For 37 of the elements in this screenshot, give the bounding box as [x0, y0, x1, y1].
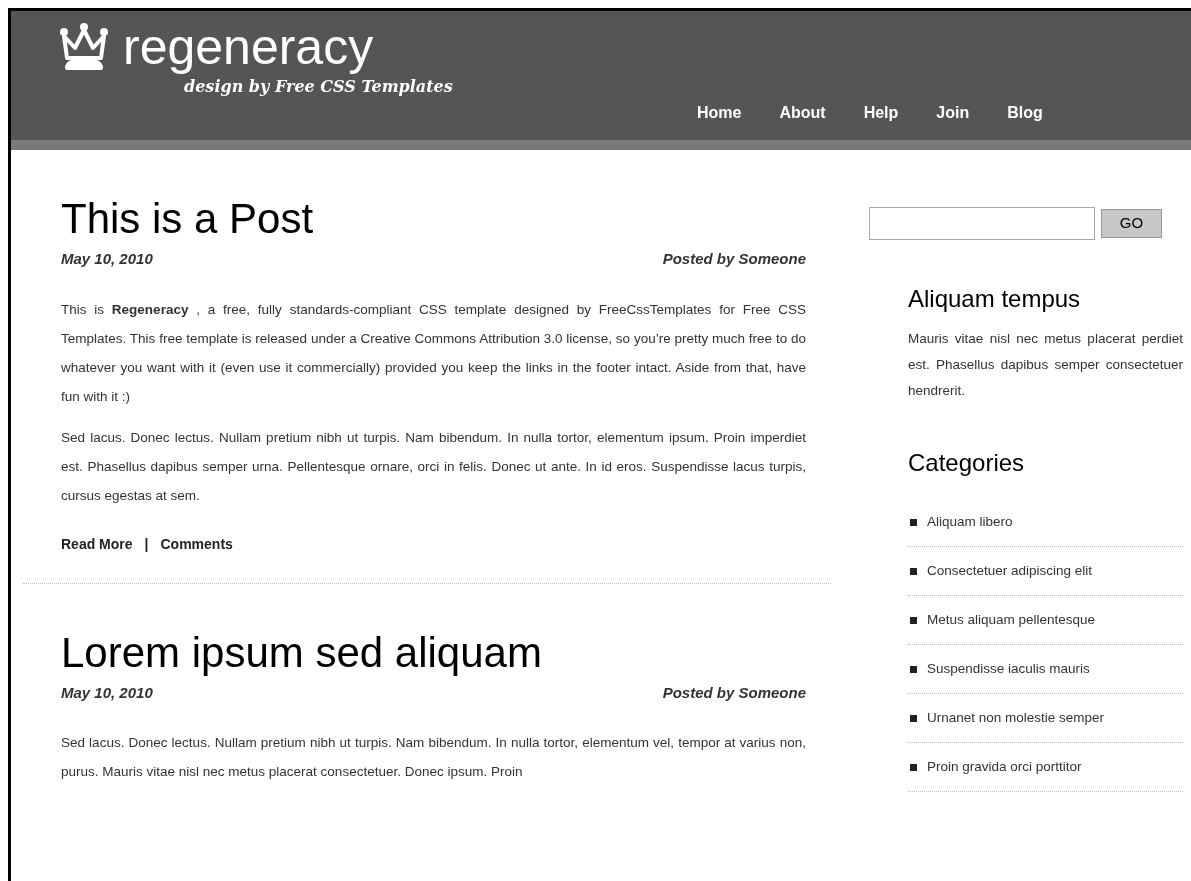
bullet-icon: [910, 567, 917, 575]
post-date: May 10, 2010: [61, 682, 153, 703]
site-logo[interactable]: regeneracy: [123, 19, 374, 75]
post-paragraph: Sed lacus. Donec lectus. Nullam pretium nibh ut turpis. Nam bibendum. In nulla tortor, elementum vel, tempor at varius non, purus. Mauris vitae nisl nec metus placerat consectetuer. Donec ipsum. Proin: [61, 734, 806, 781]
post-paragraph: Sed lacus. Donec lectus. Nullam pretium nibh ut turpis. Nam bibendum. In nulla tortor, elementum ipsum. Proin imperdiet est. Phasellus dapibus semper urna. Pellentesque ornare, orci in felis. Donec ut ante. In id eros. Suspendisse lacus turpis, cursus egestas at sem.: [61, 428, 806, 505]
bullet-icon: [910, 616, 917, 624]
link-separator: |: [144, 534, 149, 554]
post-author: Posted by Someone: [662, 682, 806, 703]
category-link[interactable]: Urnanet non molestie semper: [927, 707, 1105, 729]
comments-link[interactable]: Comments: [160, 533, 233, 555]
bullet-icon: [910, 763, 917, 771]
search-field[interactable]: [869, 207, 1095, 240]
category-link[interactable]: Aliquam libero: [927, 511, 1013, 533]
nav-link[interactable]: Join: [936, 101, 970, 125]
post-paragraph: This is Regeneracy , a free, fully standards-compliant CSS template designed by FreeCssTemplates for Free CSS Templates. This free template is released under a Creative Commons Attribution 3.0 license, so you’re pretty much free to do whatever you want with it (even use it commercially) provided you keep the links in the footer intact. Aside from that, have fun with it :): [61, 300, 806, 406]
post-date: May 10, 2010: [61, 249, 153, 269]
post-author: Posted by Someone: [662, 249, 806, 269]
bullet-icon: [910, 714, 917, 722]
category-link[interactable]: Proin gravida orci porttitor: [927, 756, 1082, 778]
category-link[interactable]: Suspendisse iaculis mauris: [927, 658, 1090, 680]
sidebar-text: Mauris vitae nisl nec metus placerat perdiet est. Phasellus dapibus semper consectetuer hendrerit.: [908, 330, 1183, 400]
sidebar-heading: Aliquam tempus: [908, 284, 1082, 314]
post-title[interactable]: Lorem ipsum sed aliquam: [61, 627, 806, 678]
site-tagline: design by Free CSS Templates: [184, 76, 454, 98]
bullet-icon: [910, 518, 917, 526]
nav-link[interactable]: About: [779, 101, 826, 125]
category-link[interactable]: Metus aliquam pellentesque: [927, 609, 1096, 631]
crown-icon: [59, 22, 109, 72]
category-link[interactable]: Consectetuer adipiscing elit: [927, 560, 1093, 582]
read-more-link[interactable]: Read More: [61, 533, 133, 555]
sidebar-heading: Categories: [908, 448, 1026, 478]
nav-link[interactable]: Help: [863, 101, 899, 125]
nav-link[interactable]: Blog: [1007, 101, 1043, 125]
nav-link[interactable]: Home: [697, 101, 742, 125]
post-title[interactable]: This is a Post: [61, 194, 806, 244]
bullet-icon: [910, 665, 917, 673]
go-button[interactable]: GO: [1101, 209, 1162, 238]
